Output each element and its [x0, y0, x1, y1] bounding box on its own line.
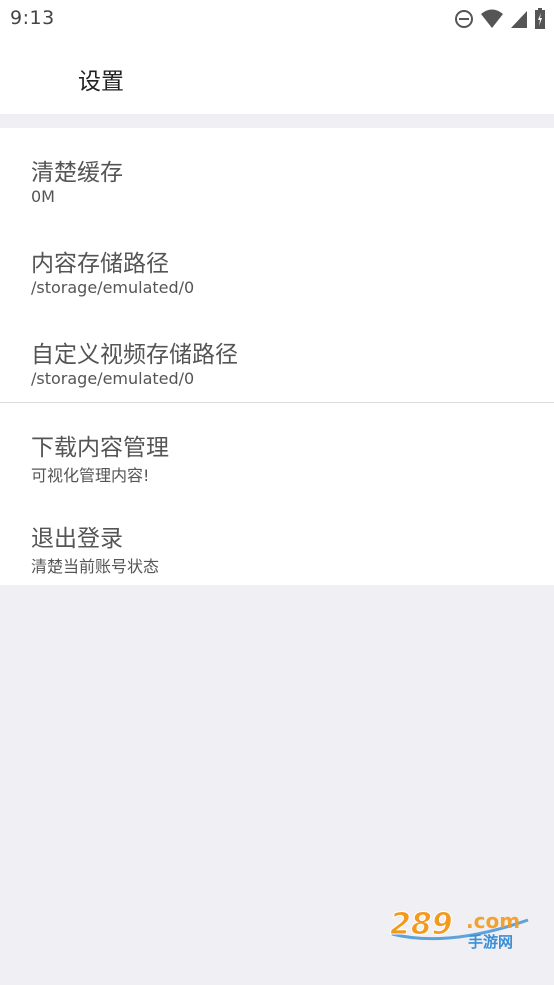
- download-management-item[interactable]: 下载内容管理 可视化管理内容!: [0, 403, 554, 494]
- item-title: 清楚缓存: [31, 160, 123, 186]
- item-subtitle: /storage/emulated/0: [31, 278, 195, 297]
- app-bar: 设置: [0, 38, 554, 114]
- item-title: 内容存储路径: [31, 251, 169, 277]
- item-title: 退出登录: [31, 526, 123, 552]
- svg-text:289: 289: [390, 907, 453, 942]
- logout-item[interactable]: 退出登录 清楚当前账号状态: [0, 494, 554, 585]
- item-subtitle: 清楚当前账号状态: [31, 557, 160, 576]
- item-subtitle: /storage/emulated/0: [31, 369, 195, 388]
- status-icons: [454, 6, 546, 32]
- dnd-icon: [454, 9, 474, 29]
- status-time: 9:13: [10, 7, 55, 29]
- settings-group-account: 下载内容管理 可视化管理内容! 退出登录 清楚当前账号状态: [0, 403, 554, 585]
- content-storage-path-item[interactable]: 内容存储路径 /storage/emulated/0: [0, 219, 554, 310]
- settings-screen: 9:13 设置 清楚缓存 0M 内容存储路径 /storage/emulated…: [0, 0, 554, 985]
- battery-icon: [534, 8, 546, 30]
- page-title: 设置: [78, 69, 124, 95]
- status-bar: 9:13: [0, 0, 554, 38]
- item-subtitle: 0M: [31, 187, 55, 206]
- signal-icon: [510, 9, 528, 29]
- item-subtitle: 可视化管理内容!: [31, 466, 150, 485]
- clear-cache-item[interactable]: 清楚缓存 0M: [0, 128, 554, 219]
- svg-text:.com: .com: [466, 909, 520, 933]
- wifi-icon: [480, 9, 504, 29]
- custom-video-storage-path-item[interactable]: 自定义视频存储路径 /storage/emulated/0: [0, 310, 554, 401]
- settings-group-storage: 清楚缓存 0M 内容存储路径 /storage/emulated/0 自定义视频…: [0, 128, 554, 402]
- svg-text:手游网: 手游网: [468, 933, 513, 950]
- watermark-logo: 289 .com 手游网: [388, 904, 532, 951]
- item-title: 下载内容管理: [31, 435, 169, 461]
- item-title: 自定义视频存储路径: [31, 342, 238, 368]
